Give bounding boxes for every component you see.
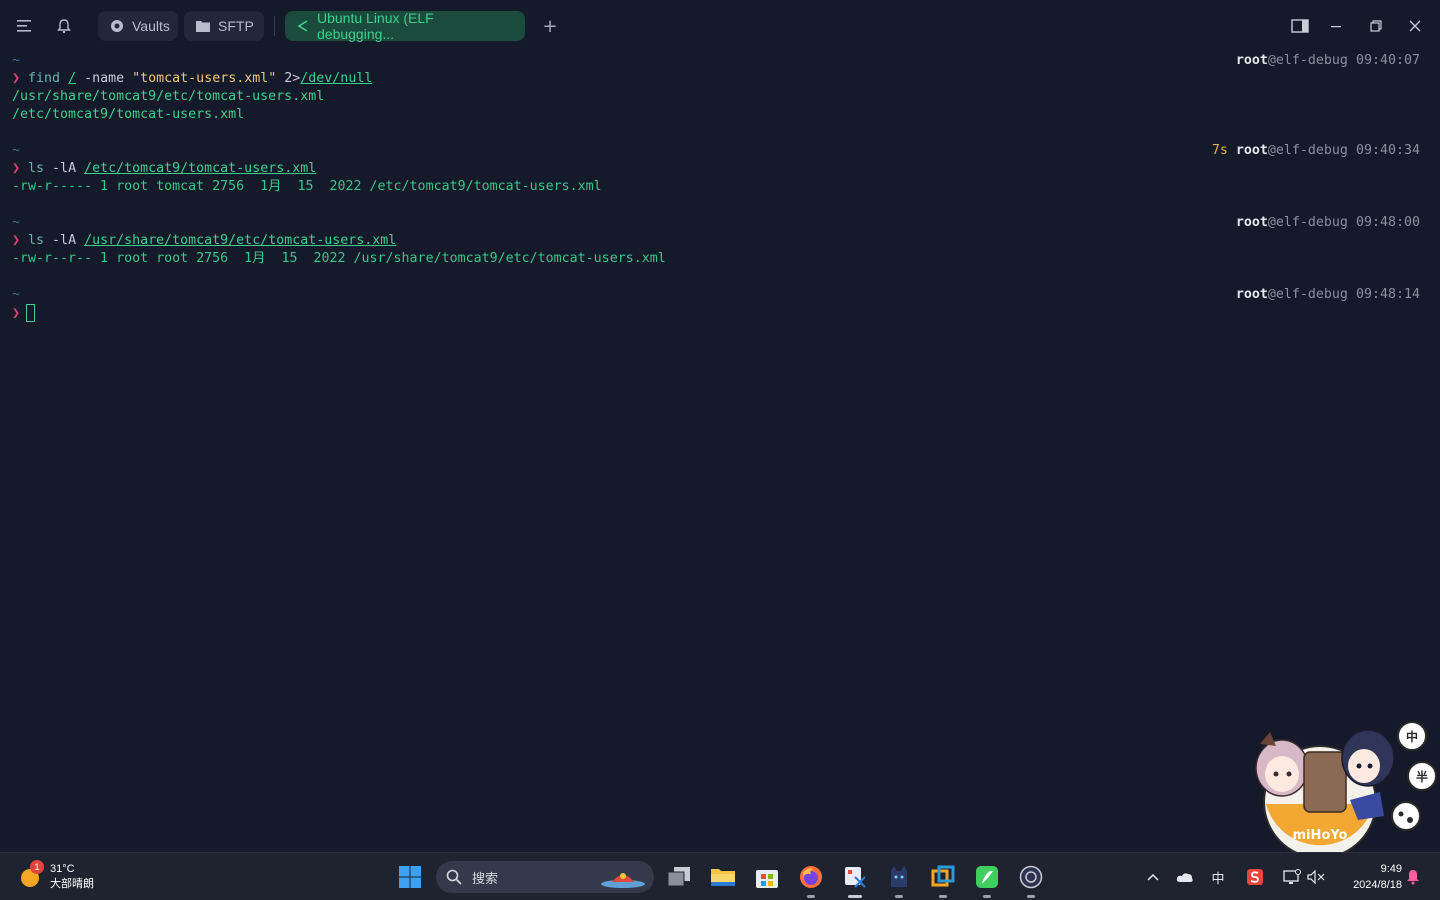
prompt-dir: ~ [12, 53, 21, 68]
tab-vaults[interactable]: Vaults [98, 11, 178, 41]
command-output-line: -rw-r--r-- 1 root root 2756 1月 15 2022 /… [12, 251, 666, 266]
right-prompt: root@elf-debug 09:40:07 [1235, 53, 1420, 68]
close-icon[interactable] [1401, 12, 1429, 40]
volume-muted-icon[interactable] [1306, 861, 1326, 893]
cat-app-icon[interactable] [883, 861, 915, 898]
command-line: ❯ ls -lA /etc/tomcat9/tomcat-users.xml [12, 161, 317, 176]
search-placeholder: 搜索 [472, 871, 499, 887]
taskbar-search[interactable]: 搜索 [436, 861, 654, 893]
running-indicator [939, 895, 947, 898]
prompt-dir: ~ [12, 215, 21, 230]
tab-ubuntu-linux[interactable]: Ubuntu Linux (ELF debugging... [285, 10, 525, 42]
prompt-dir: ~ [12, 143, 21, 158]
onedrive-cloud-icon[interactable] [1174, 861, 1196, 893]
green-app-icon[interactable] [971, 861, 1003, 898]
tab-sftp[interactable]: SFTP [184, 11, 264, 41]
weather-widget[interactable]: 1 31°C 大部晴朗 [18, 859, 94, 895]
restore-icon[interactable] [1362, 12, 1390, 40]
minimize-icon[interactable] [1322, 12, 1350, 40]
ssh-terminal-icon [297, 20, 309, 32]
vault-icon [110, 19, 124, 33]
sogou-input-icon[interactable] [1244, 861, 1266, 893]
network-icon[interactable] [1282, 861, 1302, 893]
title-bar: Vaults SFTP Ubuntu Linux (ELF debugging.… [0, 0, 1440, 52]
search-highlight-icon [600, 866, 646, 888]
windows-start-icon[interactable] [394, 861, 426, 893]
file-explorer-icon[interactable] [707, 861, 739, 893]
input-line[interactable]: ❯ [12, 304, 36, 322]
snipping-tool-icon[interactable] [839, 861, 871, 898]
bubble-label: 半 [1416, 769, 1428, 784]
prompt-dir: ~ [12, 287, 21, 302]
right-prompt: root@elf-debug 09:48:14 [1235, 287, 1420, 302]
tab-label: Vaults [132, 18, 170, 34]
folder-icon [196, 20, 210, 32]
clock-date: 2024/8/18 [1353, 879, 1402, 891]
split-view-icon[interactable] [1286, 12, 1314, 40]
command-output-line: /etc/tomcat9/tomcat-users.xml [12, 107, 245, 122]
ime-indicator[interactable]: 中 [1207, 861, 1229, 893]
right-prompt: root@elf-debug 09:48:00 [1235, 215, 1420, 230]
weather-badge: 1 [30, 860, 44, 874]
show-hidden-icons-chevron-icon[interactable] [1144, 861, 1162, 893]
menu-icon[interactable] [10, 12, 38, 40]
taskbar-clock[interactable]: 9:49 2024/8/18 [1336, 861, 1402, 893]
command-line: ❯ find / -name "tomcat-users.xml" 2>/dev… [12, 71, 373, 86]
text-cursor [26, 304, 36, 322]
tab-label: Ubuntu Linux (ELF debugging... [317, 10, 434, 42]
mascot-badge-label: miHoYo [1293, 828, 1348, 843]
mascot-widget[interactable]: miHoYo 中 半 [1240, 712, 1440, 859]
circle-app-icon[interactable] [1015, 861, 1047, 898]
task-view-icon[interactable] [663, 861, 695, 893]
firefox-icon[interactable] [795, 861, 827, 898]
clock-time: 9:49 [1380, 863, 1402, 875]
weather-sun-icon: 1 [18, 860, 44, 890]
bubble-label: 中 [1406, 729, 1418, 744]
terminal-output[interactable]: ~ root@elf-debug 09:40:07 ❯ find / -name… [0, 52, 1440, 852]
running-indicator [848, 895, 862, 898]
tab-label: SFTP [218, 18, 254, 34]
notification-bell-icon[interactable] [50, 12, 78, 40]
command-line: ❯ ls -lA /usr/share/tomcat9/etc/tomcat-u… [12, 233, 397, 248]
microsoft-store-icon[interactable] [751, 861, 783, 893]
search-icon [446, 869, 462, 885]
taskbar: 1 31°C 大部晴朗 搜索 中 9:49 2024/8/18 [0, 852, 1440, 900]
command-output-line: -rw-r----- 1 root tomcat 2756 1月 15 2022… [12, 179, 602, 194]
remote-app-icon[interactable] [927, 861, 959, 898]
weather-temperature: 31°C [50, 863, 75, 875]
new-tab-button[interactable]: + [536, 12, 564, 40]
running-indicator [1027, 895, 1035, 898]
notification-bell-icon[interactable] [1404, 861, 1422, 893]
right-prompt: 7s root@elf-debug 09:40:34 [1211, 143, 1420, 158]
running-indicator [895, 895, 903, 898]
weather-description: 大部晴朗 [50, 878, 94, 890]
running-indicator [983, 895, 991, 898]
command-output-line: /usr/share/tomcat9/etc/tomcat-users.xml [12, 89, 325, 104]
running-indicator [807, 895, 815, 898]
tab-divider [274, 16, 275, 36]
